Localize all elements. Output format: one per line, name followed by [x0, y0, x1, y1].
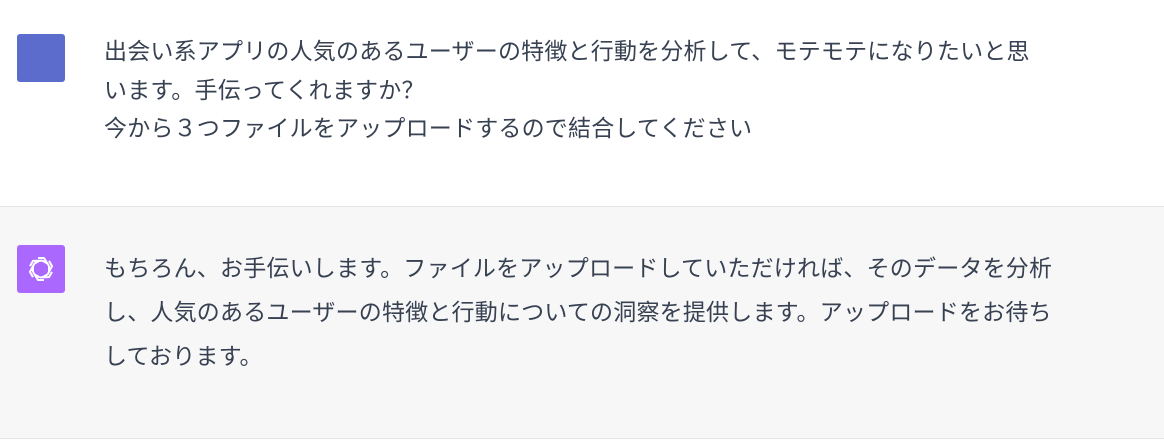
user-message-line: 出会い系アプリの人気のあるユーザーの特徴と行動を分析して、モテモテになりたいと思	[104, 39, 1030, 65]
assistant-message-text: もちろん、お手伝いします。ファイルをアップロードしていただければ、そのデータを分…	[104, 247, 1149, 379]
user-message-line: います。手伝ってくれますか？	[104, 77, 425, 104]
assistant-message: もちろん、お手伝いします。ファイルをアップロードしていただければ、そのデータを分…	[0, 207, 1164, 439]
user-message: 出会い系アプリの人気のあるユーザーの特徴と行動を分析して、モテモテになりたいと思…	[0, 0, 1164, 207]
user-message-line: 今から３つファイルをアップロードするので結合してください	[104, 116, 753, 142]
user-message-text: 出会い系アプリの人気のあるユーザーの特徴と行動を分析して、モテモテになりたいと思…	[104, 33, 1149, 149]
assistant-message-line: しております。	[104, 344, 263, 370]
assistant-message-line: もちろん、お手伝いします。ファイルをアップロードしていただければ、そのデータを分…	[104, 256, 1053, 282]
chat-thread: 出会い系アプリの人気のあるユーザーの特徴と行動を分析して、モテモテになりたいと思…	[0, 0, 1164, 446]
assistant-message-line: し、人気のあるユーザーの特徴と行動についての洞察を提供します。アップロードをお待…	[104, 300, 1052, 326]
user-avatar	[17, 34, 65, 82]
assistant-avatar	[17, 245, 65, 293]
openai-logo-icon	[28, 257, 54, 281]
